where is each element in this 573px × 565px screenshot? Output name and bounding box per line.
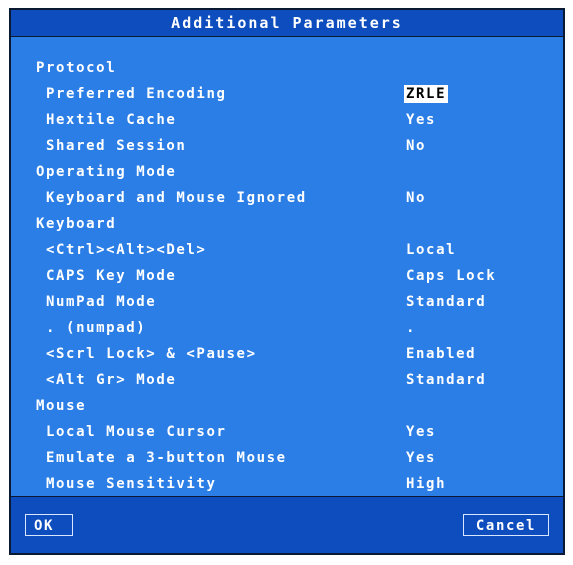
section-label: Keyboard — [36, 216, 117, 232]
parameter-label: Local Mouse Cursor — [46, 424, 227, 440]
parameter-value[interactable]: Standard — [406, 294, 486, 310]
parameter-row-keyboard-and-mouse-ignored[interactable]: Keyboard and Mouse Ignored No — [11, 186, 563, 212]
parameter-value[interactable]: High — [406, 476, 446, 492]
parameter-value[interactable]: Caps Lock — [406, 268, 496, 284]
section-label: Mouse — [36, 398, 87, 414]
parameter-value[interactable]: Yes — [406, 112, 436, 128]
parameter-label: <Alt Gr> Mode — [46, 372, 177, 388]
parameter-row-hextile-cache[interactable]: Hextile Cache Yes — [11, 108, 563, 134]
parameter-label: Preferred Encoding — [46, 86, 227, 102]
parameter-value[interactable]: No — [406, 190, 426, 206]
parameter-row-emulate-a-3-button-mouse[interactable]: Emulate a 3-button Mouse Yes — [11, 446, 563, 472]
section-header-operating-mode: Operating Mode — [11, 160, 563, 186]
parameter-value[interactable]: ZRLE — [404, 85, 449, 103]
parameter-row-numpad-mode[interactable]: NumPad Mode Standard — [11, 290, 563, 316]
additional-parameters-dialog: Additional Parameters Protocol Preferred … — [9, 8, 565, 555]
parameter-row-caps-key-mode[interactable]: CAPS Key Mode Caps Lock — [11, 264, 563, 290]
parameter-row-shared-session[interactable]: Shared Session No — [11, 134, 563, 160]
parameter-label: CAPS Key Mode — [46, 268, 177, 284]
section-header-keyboard: Keyboard — [11, 212, 563, 238]
dialog-footer: OK Cancel — [11, 496, 563, 553]
parameter-value[interactable]: Local — [406, 242, 456, 258]
parameter-row-preferred-encoding[interactable]: Preferred Encoding ZRLE — [11, 82, 563, 108]
parameter-label: <Scrl Lock> & <Pause> — [46, 346, 257, 362]
parameters-list: Protocol Preferred Encoding ZRLE Hextile Ca… — [11, 56, 563, 498]
section-header-mouse: Mouse — [11, 394, 563, 420]
parameter-label: <Ctrl><Alt><Del> — [46, 242, 207, 258]
section-header-protocol: Protocol — [11, 56, 563, 82]
parameter-label: Emulate a 3-button Mouse — [46, 450, 287, 466]
parameter-row-local-mouse-cursor[interactable]: Local Mouse Cursor Yes — [11, 420, 563, 446]
dialog-title: Additional Parameters — [11, 10, 563, 37]
parameter-row-mouse-sensitivity[interactable]: Mouse Sensitivity High — [11, 472, 563, 498]
section-label: Operating Mode — [36, 164, 177, 180]
parameter-row-numpad[interactable]: . (numpad). — [11, 316, 563, 342]
parameter-value[interactable]: Standard — [406, 372, 486, 388]
parameter-label: Keyboard and Mouse Ignored — [46, 190, 307, 206]
parameter-label: . (numpad) — [46, 320, 147, 336]
parameter-label: Hextile Cache — [46, 112, 177, 128]
parameter-row-alt-gr-mode[interactable]: <Alt Gr> Mode Standard — [11, 368, 563, 394]
parameter-row-ctrl-alt-del[interactable]: <Ctrl><Alt><Del> Local — [11, 238, 563, 264]
parameter-label: NumPad Mode — [46, 294, 157, 310]
parameter-value[interactable]: Enabled — [406, 346, 476, 362]
parameter-row-scrl-lock-pause[interactable]: <Scrl Lock> & <Pause> Enabled — [11, 342, 563, 368]
section-label: Protocol — [36, 60, 117, 76]
parameter-value[interactable]: No — [406, 138, 426, 154]
parameter-value[interactable]: . — [406, 320, 416, 336]
parameter-label: Shared Session — [46, 138, 187, 154]
parameter-label: Mouse Sensitivity — [46, 476, 217, 492]
cancel-button[interactable]: Cancel — [463, 514, 549, 536]
ok-button[interactable]: OK — [25, 514, 73, 536]
parameter-value[interactable]: Yes — [406, 450, 436, 466]
parameter-value[interactable]: Yes — [406, 424, 436, 440]
